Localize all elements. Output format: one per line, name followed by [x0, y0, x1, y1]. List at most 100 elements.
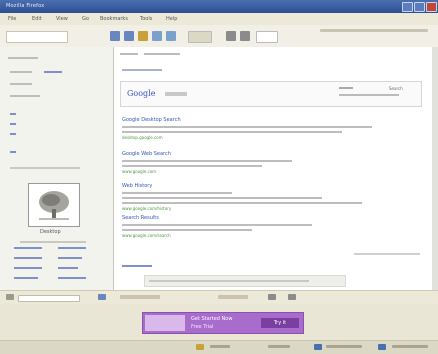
ad-banner[interactable]: Get Started Now Free Trial Try it: [142, 312, 304, 334]
result-snippet: [122, 229, 252, 231]
ad-logo: [145, 315, 185, 331]
sidebar-divider: [20, 241, 86, 243]
find-next-icon[interactable]: [98, 294, 106, 300]
find-option[interactable]: [218, 295, 248, 299]
find-input[interactable]: [18, 295, 80, 302]
result-snippet: [122, 165, 262, 167]
result-snippet: [122, 197, 322, 199]
footer-note: [354, 253, 420, 255]
toolbar-divider: [320, 29, 428, 32]
result-snippet: [122, 224, 312, 226]
mail-icon[interactable]: [240, 31, 250, 41]
ad-button[interactable]: Try it: [261, 318, 299, 328]
footer-bar: [144, 275, 346, 287]
minimize-icon[interactable]: [402, 2, 413, 12]
result-url[interactable]: www.google.com/search: [122, 233, 171, 238]
back-icon[interactable]: [110, 31, 120, 41]
status-icon: [196, 344, 204, 350]
stop-icon[interactable]: [166, 31, 176, 41]
match-case-icon[interactable]: [288, 294, 296, 300]
sidebar-link[interactable]: [14, 257, 42, 259]
result-snippet: [122, 192, 232, 194]
status-text: [268, 345, 290, 348]
sidebar-bullet: [10, 151, 16, 153]
result-title[interactable]: Search Results: [122, 215, 159, 221]
sidebar-link[interactable]: [14, 267, 42, 269]
home-icon[interactable]: [138, 31, 148, 41]
sidebar-label: [10, 71, 32, 73]
address-field[interactable]: [6, 31, 68, 43]
result-title[interactable]: Web History: [122, 183, 152, 189]
sidebar-item[interactable]: [10, 95, 40, 97]
network-icon: [314, 344, 322, 350]
options-label: [339, 87, 353, 89]
navigation-toolbar: [0, 25, 438, 48]
main-pane: Google Search Google Desktop Search desk…: [114, 47, 432, 290]
find-bar: [0, 290, 438, 305]
ad-line-2: Free Trial: [191, 324, 214, 330]
sidebar-link[interactable]: [58, 267, 78, 269]
search-header: Google Search: [120, 81, 422, 107]
zoom-field[interactable]: [256, 31, 278, 43]
result-snippet: [122, 202, 362, 204]
page-subtitle: [122, 69, 162, 71]
menu-edit[interactable]: Edit: [32, 16, 42, 22]
window-titlebar: Mozilla Firefox: [0, 0, 438, 13]
close-find-icon[interactable]: [6, 294, 14, 300]
search-button[interactable]: Search: [389, 86, 403, 91]
menu-help[interactable]: Help: [166, 16, 177, 22]
status-bar: [0, 340, 438, 354]
result-title[interactable]: Google Web Search: [122, 151, 171, 157]
sidebar-link[interactable]: [58, 247, 86, 249]
tree-icon: [39, 191, 69, 220]
result-title[interactable]: Google Desktop Search: [122, 117, 181, 123]
sidebar-item[interactable]: [10, 83, 32, 85]
menu-file[interactable]: File: [8, 16, 16, 22]
sidebar-bullet: [10, 133, 16, 135]
find-option[interactable]: [120, 295, 160, 299]
sidebar-link[interactable]: [14, 247, 42, 249]
menu-go[interactable]: Go: [82, 16, 89, 22]
sidebar-bullet: [10, 113, 16, 115]
status-text: [210, 345, 230, 348]
ad-line-1: Get Started Now: [191, 316, 233, 322]
google-logo: Google: [127, 89, 156, 98]
maximize-icon[interactable]: [414, 2, 425, 12]
window-title: Mozilla Firefox: [6, 3, 45, 9]
result-url[interactable]: www.google.com/history: [122, 206, 171, 211]
thumbnail-image[interactable]: [28, 183, 80, 227]
result-url[interactable]: www.google.com: [122, 169, 156, 174]
footer-text: [149, 280, 309, 282]
result-snippet: [122, 160, 292, 162]
bookmark-button[interactable]: [188, 31, 212, 43]
menu-view[interactable]: View: [56, 16, 68, 22]
sidebar-bullet: [10, 123, 16, 125]
sidebar-link[interactable]: [44, 71, 62, 73]
sidebar-section: [10, 167, 80, 169]
thumbnail-caption: Desktop: [40, 229, 61, 235]
scrollbar[interactable]: [432, 47, 438, 290]
close-icon[interactable]: [426, 2, 437, 12]
options-link[interactable]: [339, 94, 399, 96]
menu-bookmarks[interactable]: Bookmarks: [100, 16, 128, 22]
tab-label[interactable]: [144, 53, 180, 55]
result-snippet: [122, 126, 372, 128]
sidebar-heading: [8, 57, 38, 59]
menu-tools[interactable]: Tools: [140, 16, 152, 22]
sidebar-link[interactable]: [58, 257, 82, 259]
status-text: [326, 345, 362, 348]
pager-link[interactable]: [122, 265, 152, 267]
forward-icon[interactable]: [124, 31, 134, 41]
status-text: [392, 345, 428, 348]
result-snippet: [122, 131, 342, 133]
reload-icon[interactable]: [152, 31, 162, 41]
sidebar: Desktop: [0, 47, 114, 290]
sidebar-link[interactable]: [14, 277, 38, 279]
search-input[interactable]: [165, 92, 187, 96]
sidebar-link[interactable]: [58, 277, 86, 279]
result-url[interactable]: desktop.google.com: [122, 135, 163, 140]
tab-label[interactable]: [120, 53, 138, 55]
highlight-icon[interactable]: [268, 294, 276, 300]
print-icon[interactable]: [226, 31, 236, 41]
ad-area: Get Started Now Free Trial Try it: [0, 304, 438, 340]
